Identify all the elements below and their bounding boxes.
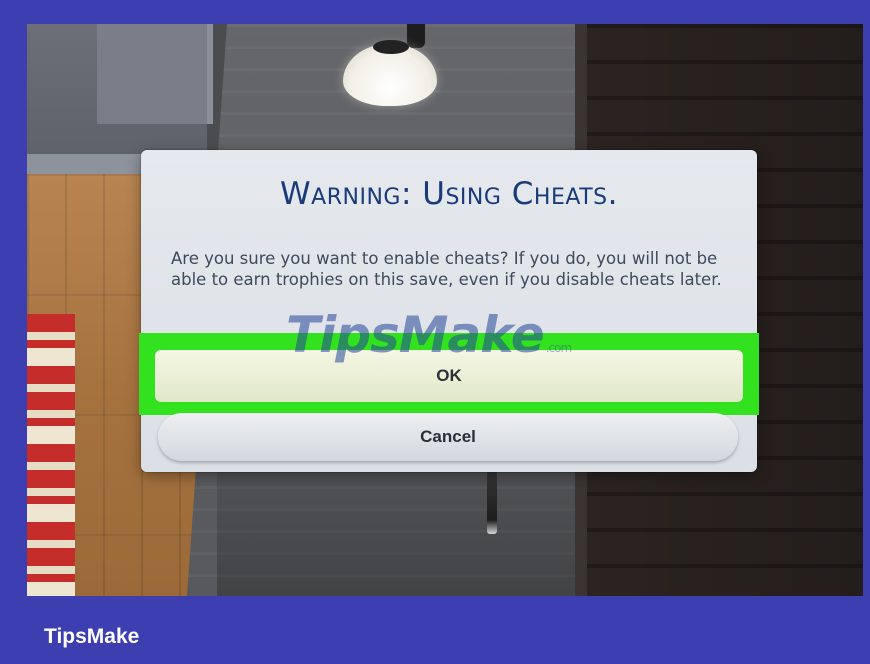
wall-panel (97, 24, 213, 124)
lamp-cap (373, 40, 409, 54)
image-frame: Warning: Using Cheats. Are you sure you … (0, 0, 870, 664)
dialog-message: Are you sure you want to enable cheats? … (171, 249, 722, 289)
striped-rug (27, 314, 75, 596)
sim-figure (487, 464, 497, 534)
dialog-title: Warning: Using Cheats. (280, 176, 618, 212)
ok-button[interactable]: OK (155, 350, 743, 402)
cancel-button[interactable]: Cancel (158, 413, 738, 461)
footer-brand: TipsMake (44, 625, 140, 648)
lamp-cord (407, 24, 425, 48)
